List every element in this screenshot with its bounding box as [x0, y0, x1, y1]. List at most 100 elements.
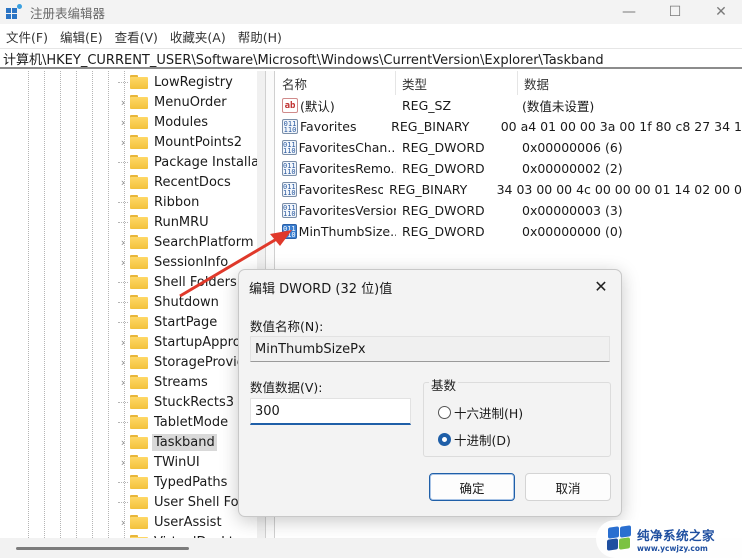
tree-item[interactable]: › MountPoints2 [118, 132, 244, 152]
tree-guide-lines [0, 71, 130, 538]
regedit-app-icon [6, 4, 22, 20]
tree-item-label: Modules [154, 114, 209, 130]
edit-dword-dialog: 编辑 DWORD (32 位)值 ✕ 数值名称(N): MinThumbSize… [238, 269, 622, 517]
tree-item[interactable]: › SearchPlatform [118, 232, 256, 252]
tree-item-label: Taskband [152, 433, 217, 451]
expand-chevron-icon[interactable]: › [118, 356, 128, 369]
tree-item[interactable]: Shell Folders [118, 272, 239, 292]
folder-icon [130, 455, 148, 469]
value-row[interactable]: 011 110 FavoritesChan... REG_DWORD 0x0000000… [276, 137, 742, 158]
expand-chevron-icon[interactable]: › [118, 376, 128, 389]
minimize-button[interactable]: — [606, 0, 652, 24]
radio-checked-icon[interactable] [438, 433, 451, 446]
column-header-name[interactable]: 名称 [276, 71, 396, 95]
tree-item[interactable]: StartPage [118, 312, 219, 332]
tree-item[interactable]: › StorageProvide [118, 352, 255, 372]
value-row[interactable]: 011 110 FavoritesRemo... REG_DWORD 0x0000000… [276, 158, 742, 179]
binary-value-icon: 011 110 [282, 203, 297, 218]
value-name: FavoritesVersion [298, 203, 396, 218]
tree-item-label: RunMRU [154, 214, 209, 230]
tree-item[interactable]: TabletMode [118, 412, 230, 432]
value-row[interactable]: 011110FavoritesResol... REG_BINARY 34 03 0… [276, 179, 742, 200]
binary-value-icon: 011 110 [282, 161, 297, 176]
tree-item[interactable]: LowRegistry [118, 72, 235, 92]
value-row[interactable]: ab (默认) REG_SZ (数值未设置) [276, 95, 742, 116]
scrollbar-thumb[interactable] [16, 547, 189, 550]
folder-icon [130, 415, 148, 429]
expand-chevron-icon[interactable]: › [118, 236, 128, 249]
tree-item[interactable]: › MenuOrder [118, 92, 229, 112]
tree-item[interactable]: User Shell Fold [118, 492, 252, 512]
tree-item[interactable]: › Taskband [118, 432, 217, 452]
menu-bar: 文件(F) 编辑(E) 查看(V) 收藏夹(A) 帮助(H) [0, 25, 742, 47]
expand-chevron-icon[interactable]: › [118, 136, 128, 149]
tree-item[interactable]: › Modules [118, 112, 210, 132]
dialog-close-button[interactable]: ✕ [589, 274, 613, 298]
tree-item[interactable]: › Streams [118, 372, 210, 392]
tree-item[interactable]: TypedPaths [118, 472, 229, 492]
value-row[interactable]: 011 110 FavoritesVersion REG_DWORD 0x0000000… [276, 200, 742, 221]
radio-hexadecimal[interactable]: 十六进制(H) [438, 403, 523, 422]
expand-chevron-icon[interactable]: › [118, 516, 128, 529]
tree-item[interactable]: › UserAssist [118, 512, 224, 532]
tree-item-label: StartPage [154, 314, 218, 330]
ok-button[interactable]: 确定 [429, 473, 515, 501]
column-header-type[interactable]: 类型 [396, 71, 518, 95]
menu-file[interactable]: 文件(F) [0, 27, 54, 46]
radio-unchecked-icon[interactable] [438, 406, 451, 419]
cancel-button[interactable]: 取消 [525, 473, 611, 501]
value-name-field[interactable]: MinThumbSizePx [250, 336, 610, 362]
tree-item[interactable]: Shutdown [118, 292, 221, 312]
tree-item-label: Package Installati [154, 154, 265, 170]
tree-item-label: Ribbon [154, 194, 200, 210]
tree-item-label: MountPoints2 [154, 134, 243, 150]
value-name: FavoritesResol... [298, 182, 384, 197]
expand-chevron-icon[interactable]: › [118, 96, 128, 109]
tree-item-label: RecentDocs [154, 174, 231, 190]
maximize-button[interactable]: ☐ [652, 0, 698, 24]
close-button[interactable]: ✕ [698, 0, 742, 24]
value-data: 0x00000002 (2) [522, 161, 623, 176]
tree-item[interactable]: Ribbon [118, 192, 201, 212]
string-value-icon: ab [282, 98, 298, 113]
value-data: 00 a4 01 00 00 3a 00 1f 80 c8 27 34 1 [500, 119, 742, 134]
value-name-label: 数值名称(N): [250, 319, 324, 334]
folder-icon [130, 355, 148, 369]
folder-icon [130, 235, 148, 249]
value-type: REG_BINARY [391, 119, 470, 134]
folder-icon [130, 195, 148, 209]
address-bar[interactable]: 计算机\HKEY_CURRENT_USER\Software\Microsoft… [0, 48, 742, 69]
tree-item[interactable]: RunMRU [118, 212, 211, 232]
value-data-input[interactable] [250, 398, 411, 425]
dialog-title: 编辑 DWORD (32 位)值 [249, 282, 393, 297]
folder-icon [130, 395, 148, 409]
tree-item[interactable]: › TWinUI [118, 452, 202, 472]
value-row[interactable]: 011 110 MinThumbSize... REG_DWORD 0x00000000… [276, 221, 742, 242]
expand-chevron-icon[interactable]: › [118, 176, 128, 189]
expand-chevron-icon[interactable]: › [118, 336, 128, 349]
tree-item[interactable]: StuckRects3 [118, 392, 236, 412]
tree-item[interactable]: › RecentDocs [118, 172, 233, 192]
tree-item[interactable]: Package Installati [118, 152, 265, 172]
menu-help[interactable]: 帮助(H) [232, 27, 288, 46]
tree-item[interactable]: › SessionInfo [118, 252, 230, 272]
folder-icon [130, 515, 148, 529]
tree-connector [118, 81, 128, 83]
menu-edit[interactable]: 编辑(E) [54, 27, 109, 46]
radio-hexadecimal-label: 十六进制(H) [454, 406, 524, 421]
expand-chevron-icon[interactable]: › [118, 456, 128, 469]
base-group-title: 基数 [429, 375, 459, 394]
column-header-data[interactable]: 数据 [518, 71, 742, 95]
tree-item-label: StartupApprov [154, 334, 249, 350]
expand-chevron-icon[interactable]: › [118, 436, 128, 449]
value-row[interactable]: 011 110 Favorites REG_BINARY 00 a4 01 00 00 … [276, 116, 742, 137]
watermark-title: 纯净系统之家 [637, 528, 716, 543]
expand-chevron-icon[interactable]: › [118, 116, 128, 129]
tree-connector [118, 281, 128, 283]
expand-chevron-icon[interactable]: › [118, 256, 128, 269]
menu-view[interactable]: 查看(V) [109, 27, 164, 46]
menu-favorites[interactable]: 收藏夹(A) [164, 27, 232, 46]
tree-connector [118, 321, 128, 323]
tree-item[interactable]: › StartupApprov [118, 332, 250, 352]
radio-decimal[interactable]: 十进制(D) [438, 430, 511, 449]
